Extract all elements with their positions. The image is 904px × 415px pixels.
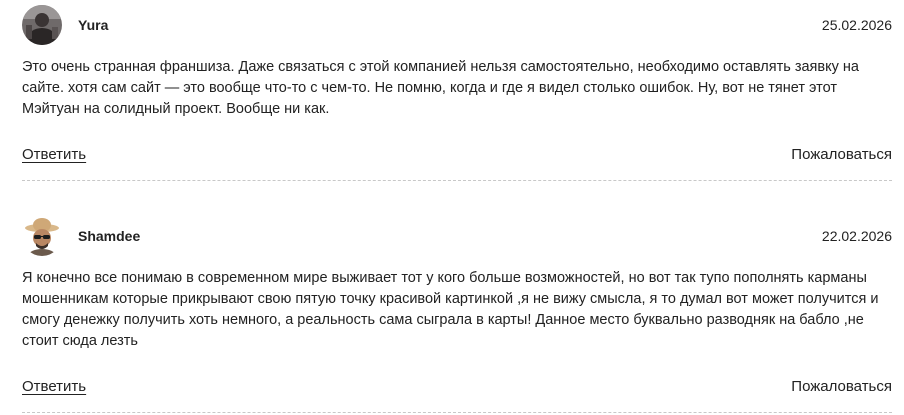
comment-item: Yura 25.02.2026 Это очень странная франш… [22,5,892,163]
reply-link[interactable]: Ответить [22,377,86,397]
report-link[interactable]: Пожаловаться [791,377,892,397]
report-link[interactable]: Пожаловаться [791,145,892,165]
comment-date: 22.02.2026 [821,228,892,244]
comment-header: Yura 25.02.2026 [22,5,892,45]
comment-text: Это очень странная франшиза. Даже связат… [22,59,859,117]
comment-actions: Ответить Пожаловаться [22,145,892,165]
comment-author: Shamdee [78,228,141,244]
comment-divider [22,180,892,181]
comment-divider [22,412,892,413]
comment-actions: Ответить Пожаловаться [22,377,892,397]
comment-author: Yura [78,17,109,33]
comment-text: Я конечно все понимаю в современном мире… [22,270,879,349]
comment-item: Shamdee 22.02.2026 Я конечно все понимаю… [22,216,892,395]
user-avatar-icon [22,216,62,256]
comment-header: Shamdee 22.02.2026 [22,216,892,256]
reply-link[interactable]: Ответить [22,145,86,165]
comment-date: 25.02.2026 [821,17,892,33]
user-avatar-icon [22,5,62,45]
